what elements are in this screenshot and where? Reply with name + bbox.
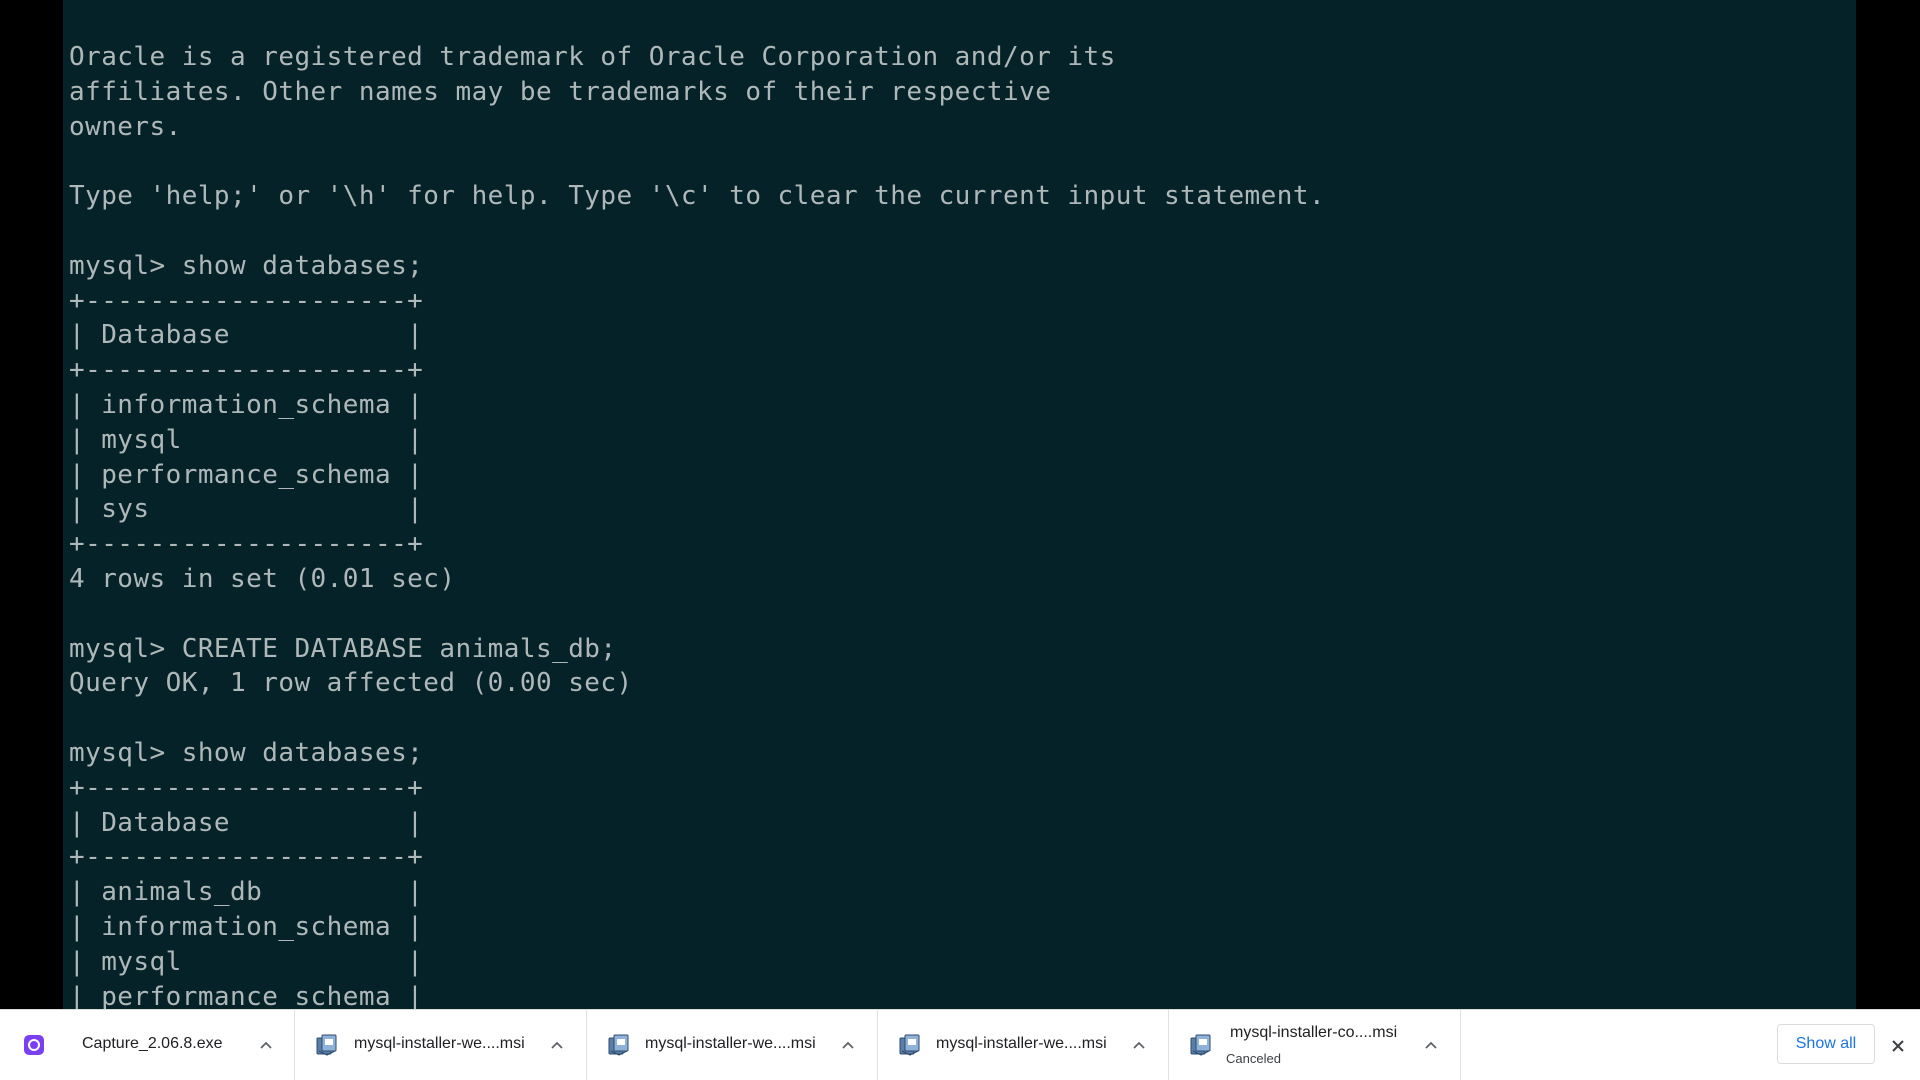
- terminal-line: mysql> show databases;: [69, 737, 424, 768]
- chevron-up-icon[interactable]: [547, 1035, 567, 1055]
- msi-installer-icon: [607, 1033, 631, 1057]
- show-all-button[interactable]: Show all: [1777, 1024, 1875, 1064]
- chevron-up-icon[interactable]: [1129, 1035, 1149, 1055]
- terminal-line: | Database |: [69, 320, 424, 351]
- close-icon[interactable]: [1886, 1034, 1910, 1058]
- terminal-line: | sys |: [69, 494, 424, 525]
- terminal-line: | animals_db |: [69, 877, 424, 908]
- terminal-line: | information_schema |: [69, 911, 424, 942]
- terminal-line: +--------------------+: [69, 355, 424, 386]
- msi-installer-icon: [898, 1033, 922, 1057]
- terminal-line: +--------------------+: [69, 529, 424, 560]
- download-item[interactable]: mysql-installer-co....msi Canceled: [1169, 1010, 1461, 1080]
- download-item[interactable]: mysql-installer-we....msi: [295, 1010, 587, 1080]
- download-shelf: Capture_2.06.8.exe mysql-installer-we...…: [0, 1009, 1920, 1080]
- terminal-line: | information_schema |: [69, 389, 424, 420]
- download-item[interactable]: Capture_2.06.8.exe: [0, 1010, 295, 1080]
- terminal-line: Query OK, 1 row affected (0.00 sec): [69, 668, 633, 699]
- terminal-line: 4 rows in set (0.01 sec): [69, 563, 456, 594]
- terminal-line: | performance_schema |: [69, 459, 424, 490]
- download-filename: mysql-installer-co....msi: [1230, 1024, 1398, 1041]
- download-item[interactable]: mysql-installer-we....msi: [587, 1010, 878, 1080]
- terminal-line: mysql> CREATE DATABASE animals_db;: [69, 633, 617, 664]
- download-status: Canceled: [1226, 1051, 1281, 1066]
- chevron-up-icon[interactable]: [256, 1035, 276, 1055]
- msi-installer-icon: [1189, 1033, 1213, 1057]
- chevron-up-icon[interactable]: [1421, 1035, 1441, 1055]
- terminal-line: +--------------------+: [69, 842, 424, 873]
- terminal-line: | performance_schema |: [69, 981, 424, 1009]
- download-filename: mysql-installer-we....msi: [354, 1035, 525, 1052]
- terminal-line: affiliates. Other names may be trademark…: [69, 76, 1052, 107]
- download-item[interactable]: mysql-installer-we....msi: [878, 1010, 1169, 1080]
- terminal-line: | mysql |: [69, 424, 424, 455]
- terminal-line: mysql> show databases;: [69, 250, 424, 281]
- chevron-up-icon[interactable]: [838, 1035, 858, 1055]
- terminal-line: +--------------------+: [69, 772, 424, 803]
- terminal-output: Oracle is a registered trademark of Orac…: [69, 40, 1325, 1009]
- terminal-line: +--------------------+: [69, 285, 424, 316]
- download-filename: mysql-installer-we....msi: [645, 1035, 816, 1052]
- terminal-line: Oracle is a registered trademark of Orac…: [69, 42, 1116, 72]
- download-filename: Capture_2.06.8.exe: [82, 1035, 223, 1052]
- terminal-line: Type 'help;' or '\h' for help. Type '\c'…: [69, 181, 1326, 212]
- download-filename: mysql-installer-we....msi: [936, 1035, 1107, 1052]
- terminal-line: | Database |: [69, 807, 424, 838]
- terminal-line: owners.: [69, 111, 182, 142]
- terminal-line: | mysql |: [69, 946, 424, 977]
- app-icon-purple: [23, 1034, 47, 1058]
- terminal-window[interactable]: Oracle is a registered trademark of Orac…: [63, 0, 1856, 1009]
- msi-installer-icon: [315, 1033, 339, 1057]
